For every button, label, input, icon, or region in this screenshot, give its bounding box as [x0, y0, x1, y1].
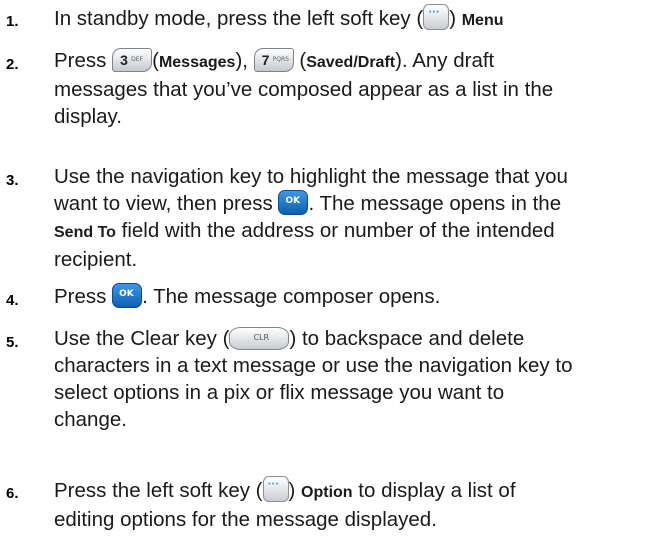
ok-key-icon: OK	[278, 190, 309, 215]
key-3-icon: 3 DEF	[112, 48, 153, 72]
left-soft-key-icon	[423, 4, 450, 30]
ok-key-icon: OK	[112, 283, 143, 308]
step-text: In standby mode, press the left soft key…	[54, 4, 648, 34]
menu-label: Menu	[461, 12, 504, 29]
instruction-list: 1. In standby mode, press the left soft …	[0, 0, 651, 539]
step-number: 6.	[6, 485, 19, 502]
messages-label: Messages	[158, 54, 236, 71]
step-text: Use the navigation key to highlight the …	[54, 165, 568, 271]
left-soft-key-icon	[262, 476, 289, 502]
clear-key-icon: CLR	[229, 327, 290, 350]
step-text: Press 3 DEF (Messages), 7 PQRS (Saved/Draft…	[54, 48, 554, 128]
key-7-icon: 7 PQRS	[253, 48, 294, 72]
step-text: Use the Clear key (CLR) to backspace and…	[54, 327, 573, 431]
step-number: 5.	[6, 334, 19, 351]
step-number: 2.	[6, 56, 19, 73]
saved-draft-label: Saved/Draft	[306, 54, 396, 71]
send-to-label: Send To	[54, 224, 116, 241]
option-label: Option	[301, 484, 353, 501]
step-text: Press the left soft key () Option to dis…	[54, 476, 648, 533]
step-number: 1.	[6, 13, 19, 30]
step-number: 4.	[6, 292, 19, 309]
step-number: 3.	[6, 172, 19, 189]
step-text: Press OK. The message composer opens.	[54, 283, 441, 308]
